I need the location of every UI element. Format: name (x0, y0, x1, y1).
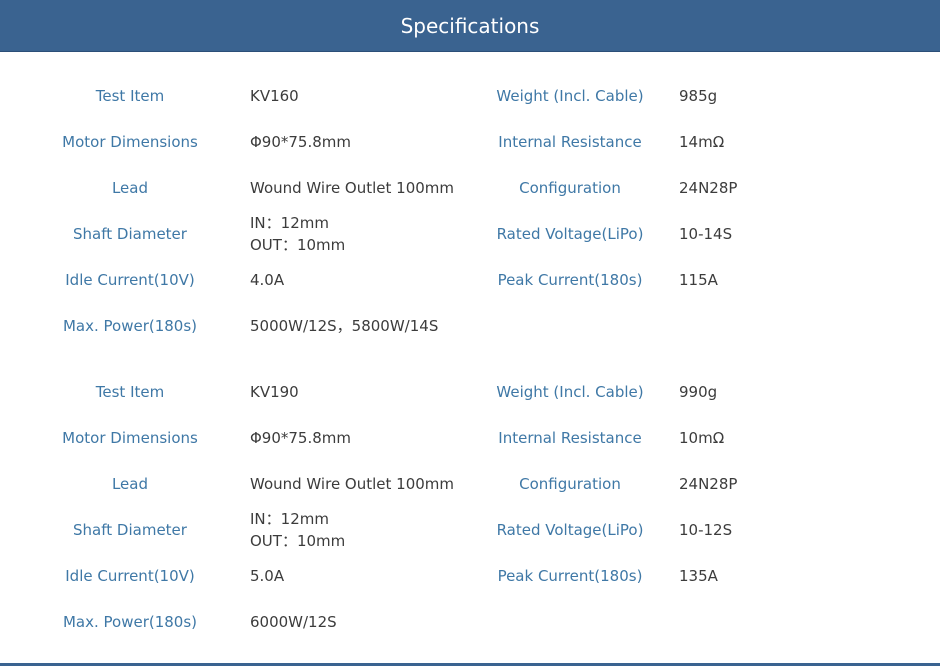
spec-page: Specifications Test Item KV160 Weight (I… (0, 0, 940, 666)
spec-row-lead: Lead Wound Wire Outlet 100mm Configurati… (0, 464, 940, 504)
rated-voltage-value: 10-14S (679, 225, 733, 243)
max-power-label: Max. Power(180s) (62, 613, 198, 631)
lead-value: Wound Wire Outlet 100mm (250, 179, 455, 197)
specifications-header: Specifications (0, 0, 940, 52)
spec-row-test-item: Test Item KV160 Weight (Incl. Cable) 985… (0, 76, 940, 116)
shaft-diameter-in: IN：12mm (250, 510, 329, 528)
weight-value: 985g (679, 87, 718, 105)
max-power-value: 5000W/12S，5800W/14S (250, 317, 439, 335)
peak-current-value: 115A (679, 271, 718, 289)
configuration-label: Configuration (519, 475, 621, 493)
spec-row-shaft-diameter: Shaft Diameter IN：12mm OUT：10mm Rated Vo… (0, 214, 940, 254)
weight-label: Weight (Incl. Cable) (496, 383, 644, 401)
peak-current-value: 135A (679, 567, 718, 585)
peak-current-label: Peak Current(180s) (497, 567, 643, 585)
configuration-label: Configuration (519, 179, 621, 197)
test-item-value: KV160 (250, 87, 299, 105)
weight-label: Weight (Incl. Cable) (496, 87, 644, 105)
spec-row-idle-current: Idle Current(10V) 5.0A Peak Current(180s… (0, 556, 940, 596)
spec-row-test-item: Test Item KV190 Weight (Incl. Cable) 990… (0, 372, 940, 412)
configuration-value: 24N28P (679, 475, 738, 493)
motor-dimensions-label: Motor Dimensions (62, 429, 198, 447)
shaft-diameter-label: Shaft Diameter (73, 225, 187, 243)
internal-resistance-value: 10mΩ (679, 429, 725, 447)
shaft-diameter-in: IN：12mm (250, 214, 329, 232)
spec-row-motor-dimensions: Motor Dimensions Φ90*75.8mm Internal Res… (0, 418, 940, 458)
configuration-value: 24N28P (679, 179, 738, 197)
shaft-diameter-value: IN：12mm OUT：10mm (250, 214, 490, 254)
idle-current-value: 4.0A (250, 271, 285, 289)
weight-value: 990g (679, 383, 718, 401)
test-item-label: Test Item (95, 383, 165, 401)
rated-voltage-value: 10-12S (679, 521, 733, 539)
max-power-label: Max. Power(180s) (62, 317, 198, 335)
shaft-diameter-out: OUT：10mm (250, 236, 346, 254)
shaft-diameter-value: IN：12mm OUT：10mm (250, 510, 490, 550)
spec-row-max-power: Max. Power(180s) 6000W/12S (0, 602, 940, 642)
idle-current-label: Idle Current(10V) (65, 271, 195, 289)
rated-voltage-label: Rated Voltage(LiPo) (496, 225, 644, 243)
spec-row-max-power: Max. Power(180s) 5000W/12S，5800W/14S (0, 306, 940, 346)
motor-dimensions-value: Φ90*75.8mm (250, 133, 352, 151)
lead-label: Lead (111, 179, 149, 197)
lead-label: Lead (111, 475, 149, 493)
peak-current-label: Peak Current(180s) (497, 271, 643, 289)
max-power-value: 6000W/12S (250, 613, 337, 631)
internal-resistance-label: Internal Resistance (498, 429, 642, 447)
spec-row-shaft-diameter: Shaft Diameter IN：12mm OUT：10mm Rated Vo… (0, 510, 940, 550)
spec-row-motor-dimensions: Motor Dimensions Φ90*75.8mm Internal Res… (0, 122, 940, 162)
page-title: Specifications (400, 13, 540, 38)
rated-voltage-label: Rated Voltage(LiPo) (496, 521, 644, 539)
idle-current-label: Idle Current(10V) (65, 567, 195, 585)
shaft-diameter-label: Shaft Diameter (73, 521, 187, 539)
test-item-value: KV190 (250, 383, 299, 401)
idle-current-value: 5.0A (250, 567, 285, 585)
motor-dimensions-value: Φ90*75.8mm (250, 429, 352, 447)
internal-resistance-value: 14mΩ (679, 133, 725, 151)
internal-resistance-label: Internal Resistance (498, 133, 642, 151)
lead-value: Wound Wire Outlet 100mm (250, 475, 455, 493)
spec-row-idle-current: Idle Current(10V) 4.0A Peak Current(180s… (0, 260, 940, 300)
spec-row-lead: Lead Wound Wire Outlet 100mm Configurati… (0, 168, 940, 208)
shaft-diameter-out: OUT：10mm (250, 532, 346, 550)
test-item-label: Test Item (95, 87, 165, 105)
motor-dimensions-label: Motor Dimensions (62, 133, 198, 151)
